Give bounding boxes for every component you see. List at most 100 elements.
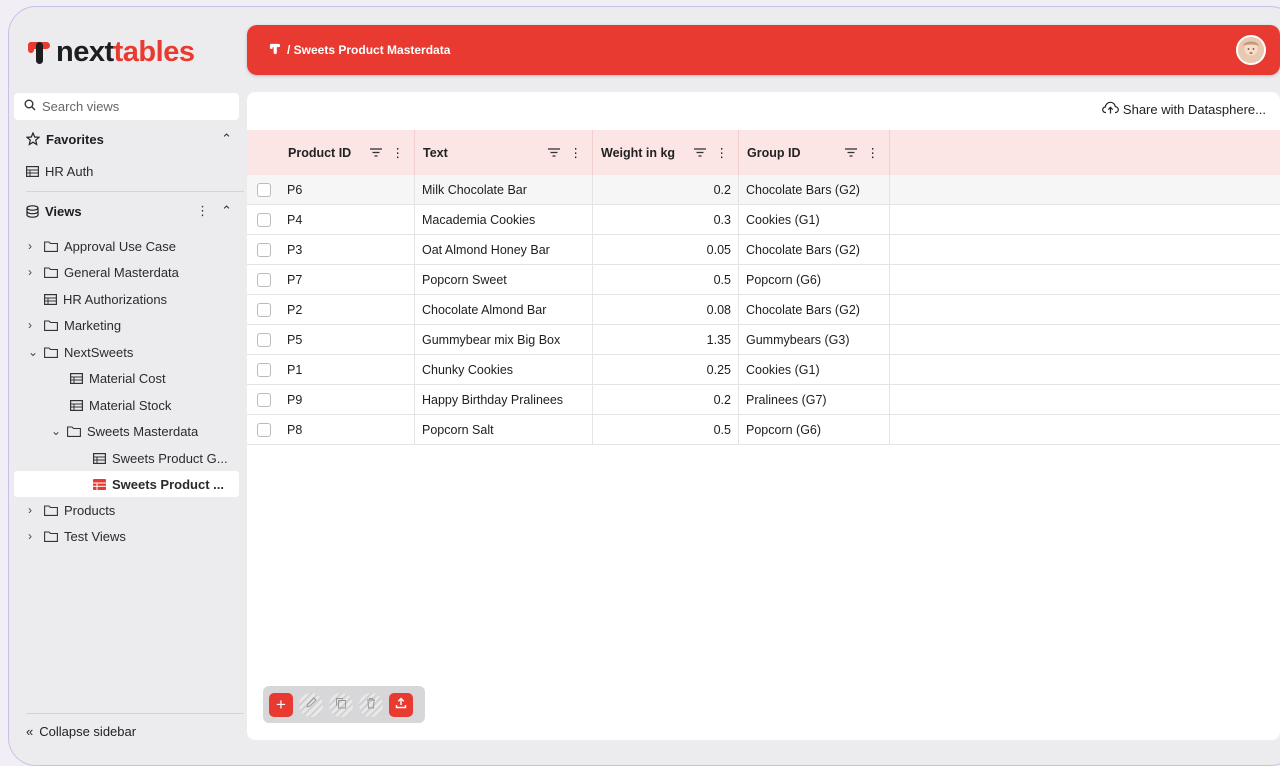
tree-item-material-cost[interactable]: Material Cost xyxy=(70,366,166,390)
row-checkbox[interactable] xyxy=(257,392,271,407)
chevron-down-icon[interactable]: ⌄ xyxy=(51,424,67,438)
cell-weight[interactable]: 0.5 xyxy=(593,415,739,444)
chevron-right-icon[interactable]: › xyxy=(28,503,44,517)
table-row[interactable]: P4 Macademia Cookies 0.3 Cookies (G1) xyxy=(247,205,1280,235)
chevron-right-icon[interactable]: › xyxy=(28,529,44,543)
chevron-right-icon[interactable]: › xyxy=(28,239,44,253)
table-row[interactable]: P1 Chunky Cookies 0.25 Cookies (G1) xyxy=(247,355,1280,385)
chevron-right-icon[interactable]: › xyxy=(28,265,44,279)
tree-item-sweets-masterdata[interactable]: ⌄ Sweets Masterdata xyxy=(51,419,198,443)
cell-text-value[interactable]: Popcorn Salt xyxy=(415,415,593,444)
table-row[interactable]: P9 Happy Birthday Pralinees 0.2 Pralinees (… xyxy=(247,385,1280,415)
row-checkbox[interactable] xyxy=(257,272,271,287)
column-header-text[interactable]: Text ⋮ xyxy=(415,130,593,175)
chevron-up-icon[interactable]: ⌃ xyxy=(221,131,232,147)
chevron-right-icon[interactable]: › xyxy=(28,318,44,332)
table-row[interactable]: P8 Popcorn Salt 0.5 Popcorn (G6) xyxy=(247,415,1280,445)
collapse-sidebar-button[interactable]: « Collapse sidebar xyxy=(26,724,136,739)
delete-button[interactable] xyxy=(359,692,383,717)
edit-button[interactable] xyxy=(299,692,323,717)
table-row[interactable]: P6 Milk Chocolate Bar 0.2 Chocolate Bars (G… xyxy=(247,175,1280,205)
cell-text-value[interactable]: Gummybear mix Big Box xyxy=(415,325,593,354)
cell-weight[interactable]: 0.3 xyxy=(593,205,739,234)
tree-item-hr-authorizations[interactable]: HR Authorizations xyxy=(44,287,167,311)
cell-product-id[interactable]: P1 xyxy=(247,355,415,384)
cell-group-id[interactable]: Chocolate Bars (G2) xyxy=(739,175,890,204)
cell-text-value[interactable]: Milk Chocolate Bar xyxy=(415,175,593,204)
row-checkbox[interactable] xyxy=(257,242,271,257)
cell-group-id[interactable]: Pralinees (G7) xyxy=(739,385,890,414)
cell-product-id[interactable]: P5 xyxy=(247,325,415,354)
cell-product-id[interactable]: P7 xyxy=(247,265,415,294)
search-input[interactable] xyxy=(42,99,222,114)
cell-group-id[interactable]: Chocolate Bars (G2) xyxy=(739,235,890,264)
cell-weight[interactable]: 0.08 xyxy=(593,295,739,324)
tree-item-general-masterdata[interactable]: › General Masterdata xyxy=(28,260,179,284)
favorites-header[interactable]: Favorites ⌃ xyxy=(26,129,232,149)
cell-text-value[interactable]: Happy Birthday Pralinees xyxy=(415,385,593,414)
more-vertical-icon[interactable]: ⋮ xyxy=(867,145,880,160)
more-vertical-icon[interactable]: ⋮ xyxy=(570,145,583,160)
cell-weight[interactable]: 0.2 xyxy=(593,175,739,204)
cell-weight[interactable]: 0.25 xyxy=(593,355,739,384)
share-datasphere-button[interactable]: Share with Datasphere... xyxy=(1102,101,1266,117)
tree-item-sweets-product-groups[interactable]: Sweets Product G... xyxy=(93,446,228,470)
cell-product-id[interactable]: P3 xyxy=(247,235,415,264)
cell-text-value[interactable]: Chocolate Almond Bar xyxy=(415,295,593,324)
search-box[interactable] xyxy=(14,93,239,120)
cell-group-id[interactable]: Gummybears (G3) xyxy=(739,325,890,354)
more-vertical-icon[interactable]: ⋮ xyxy=(392,145,405,160)
more-vertical-icon[interactable]: ⋮ xyxy=(196,203,209,219)
row-checkbox[interactable] xyxy=(257,332,271,347)
tree-item-material-stock[interactable]: Material Stock xyxy=(70,393,171,417)
tree-item-marketing[interactable]: › Marketing xyxy=(28,313,121,337)
row-checkbox[interactable] xyxy=(257,212,271,227)
row-checkbox[interactable] xyxy=(257,422,271,437)
cell-text-value[interactable]: Macademia Cookies xyxy=(415,205,593,234)
table-row[interactable]: P3 Oat Almond Honey Bar 0.05 Chocolate Bars… xyxy=(247,235,1280,265)
cell-product-id[interactable]: P6 xyxy=(247,175,415,204)
cell-text-value[interactable]: Chunky Cookies xyxy=(415,355,593,384)
cell-group-id[interactable]: Popcorn (G6) xyxy=(739,415,890,444)
tree-item-products[interactable]: › Products xyxy=(28,498,115,522)
logo-icon[interactable] xyxy=(269,43,281,58)
favorite-item-hr-auth[interactable]: HR Auth xyxy=(26,159,93,183)
tree-item-sweets-product-masterdata[interactable]: Sweets Product ... xyxy=(93,472,224,496)
copy-button[interactable] xyxy=(329,692,353,717)
cell-weight[interactable]: 0.2 xyxy=(593,385,739,414)
cell-group-id[interactable]: Cookies (G1) xyxy=(739,355,890,384)
tree-item-test-views[interactable]: › Test Views xyxy=(28,524,126,548)
cell-product-id[interactable]: P2 xyxy=(247,295,415,324)
table-row[interactable]: P7 Popcorn Sweet 0.5 Popcorn (G6) xyxy=(247,265,1280,295)
views-header[interactable]: Views ⋮ ⌃ xyxy=(26,201,232,221)
avatar[interactable] xyxy=(1236,35,1266,65)
add-row-button[interactable]: + xyxy=(269,692,293,717)
cell-group-id[interactable]: Chocolate Bars (G2) xyxy=(739,295,890,324)
filter-icon[interactable] xyxy=(844,146,857,160)
tree-item-approval-use-case[interactable]: › Approval Use Case xyxy=(28,234,176,258)
cell-weight[interactable]: 1.35 xyxy=(593,325,739,354)
cell-product-id[interactable]: P8 xyxy=(247,415,415,444)
row-checkbox[interactable] xyxy=(257,362,271,377)
table-row[interactable]: P2 Chocolate Almond Bar 0.08 Chocolate Bars… xyxy=(247,295,1280,325)
filter-icon[interactable] xyxy=(547,146,560,160)
table-row[interactable]: P5 Gummybear mix Big Box 1.35 Gummybears (G… xyxy=(247,325,1280,355)
chevron-up-icon[interactable]: ⌃ xyxy=(221,203,232,219)
cell-group-id[interactable]: Popcorn (G6) xyxy=(739,265,890,294)
filter-icon[interactable] xyxy=(369,146,382,160)
cell-product-id[interactable]: P9 xyxy=(247,385,415,414)
row-checkbox[interactable] xyxy=(257,302,271,317)
column-header-weight[interactable]: Weight in kg ⋮ xyxy=(593,130,739,175)
filter-icon[interactable] xyxy=(693,146,706,160)
more-vertical-icon[interactable]: ⋮ xyxy=(716,145,729,160)
upload-button[interactable] xyxy=(389,692,413,717)
cell-product-id[interactable]: P4 xyxy=(247,205,415,234)
column-header-group-id[interactable]: Group ID ⋮ xyxy=(739,130,890,175)
chevron-down-icon[interactable]: ⌄ xyxy=(28,345,44,359)
cell-weight[interactable]: 0.05 xyxy=(593,235,739,264)
cell-group-id[interactable]: Cookies (G1) xyxy=(739,205,890,234)
column-header-product-id[interactable]: Product ID ⋮ xyxy=(247,130,415,175)
cell-weight[interactable]: 0.5 xyxy=(593,265,739,294)
cell-text-value[interactable]: Popcorn Sweet xyxy=(415,265,593,294)
cell-text-value[interactable]: Oat Almond Honey Bar xyxy=(415,235,593,264)
